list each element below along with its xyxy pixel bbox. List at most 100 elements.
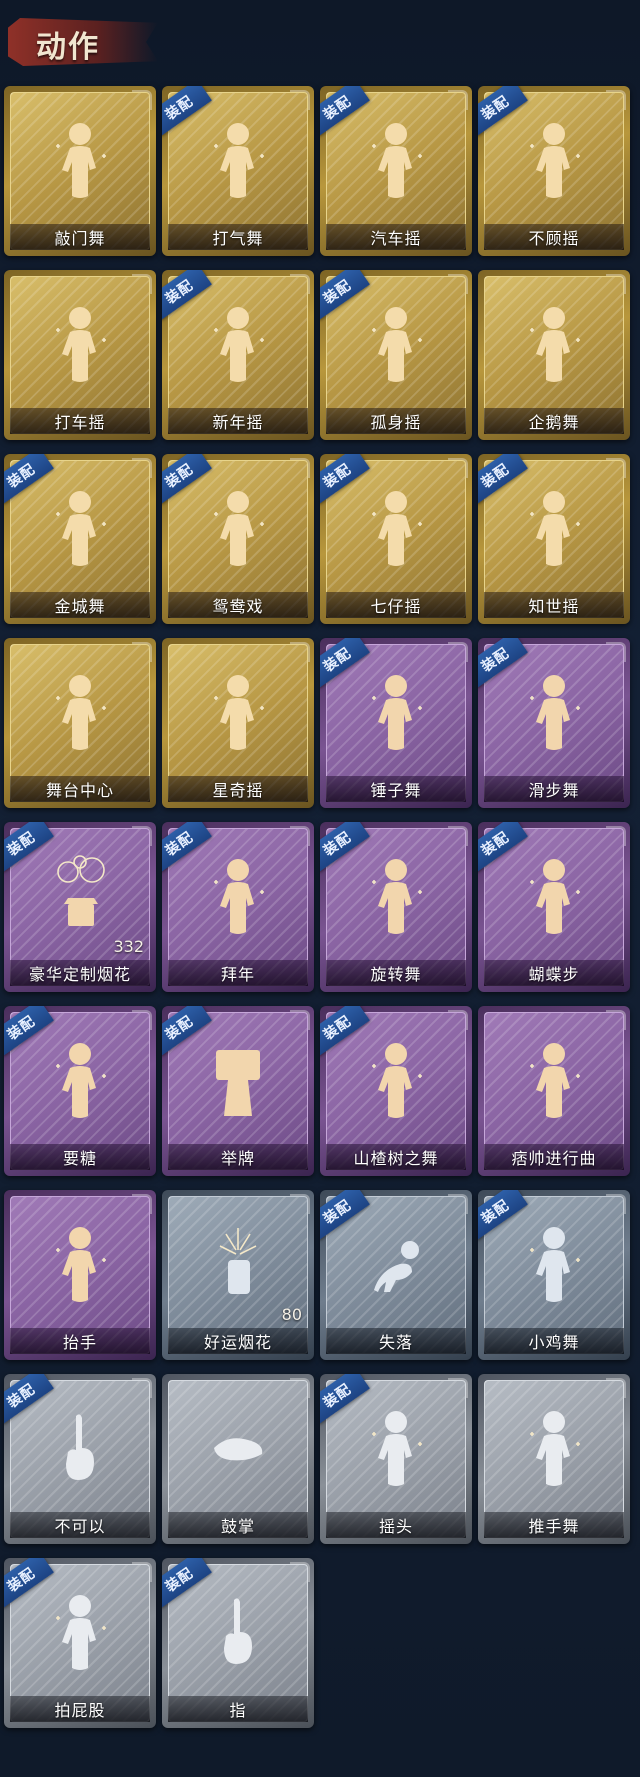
emote-name: 蝴蝶步 xyxy=(528,965,580,984)
frame-ornament xyxy=(290,642,310,662)
name-bar: 新年摇 xyxy=(168,408,308,434)
emote-card[interactable]: 滑步舞 装配 xyxy=(478,638,630,808)
name-bar: 要糖 xyxy=(10,1144,150,1170)
emote-name: 好运烟花 xyxy=(203,1333,272,1352)
emote-card[interactable]: 举牌 装配 xyxy=(162,1006,314,1176)
section-title: 动作 xyxy=(36,30,100,65)
name-bar: 摇头 xyxy=(326,1512,466,1538)
emote-card[interactable]: 要糖 装配 xyxy=(4,1006,156,1176)
emote-card[interactable]: 拍屁股 装配 xyxy=(4,1558,156,1728)
dance-figure-icon xyxy=(524,1404,584,1494)
emote-card[interactable]: 汽车摇 装配 xyxy=(320,86,472,256)
emote-name: 指 xyxy=(229,1701,247,1720)
point-hand-icon xyxy=(208,1588,268,1678)
name-bar: 星奇摇 xyxy=(168,776,308,802)
dance-figure-icon xyxy=(366,300,426,390)
emote-card[interactable]: 蝴蝶步 装配 xyxy=(478,822,630,992)
emote-card[interactable]: 孤身摇 装配 xyxy=(320,270,472,440)
emote-card[interactable]: 鼓掌 xyxy=(162,1374,314,1544)
name-bar: 不可以 xyxy=(10,1512,150,1538)
name-bar: 举牌 xyxy=(168,1144,308,1170)
emote-card[interactable]: 失落 装配 xyxy=(320,1190,472,1360)
name-bar: 拍屁股 xyxy=(10,1696,150,1722)
emote-name: 举牌 xyxy=(220,1149,255,1168)
emote-card[interactable]: 星奇摇 xyxy=(162,638,314,808)
firecracker-icon xyxy=(208,1220,268,1310)
emote-card[interactable]: 小鸡舞 装配 xyxy=(478,1190,630,1360)
emote-card[interactable]: 七仔摇 装配 xyxy=(320,454,472,624)
name-bar: 指 xyxy=(168,1696,308,1722)
emote-name: 不可以 xyxy=(54,1517,106,1536)
frame-ornament xyxy=(448,90,468,110)
finger-wag-icon xyxy=(50,1404,110,1494)
dance-figure-icon xyxy=(208,300,268,390)
dance-figure-icon xyxy=(524,116,584,206)
name-bar: 孤身摇 xyxy=(326,408,466,434)
frame-ornament xyxy=(132,1194,152,1214)
emote-card[interactable]: 锤子舞 装配 xyxy=(320,638,472,808)
dance-figure-icon xyxy=(208,116,268,206)
emote-name: 拍屁股 xyxy=(54,1701,106,1720)
emote-card[interactable]: 金城舞 装配 xyxy=(4,454,156,624)
dance-figure-icon xyxy=(524,484,584,574)
emote-name: 星奇摇 xyxy=(212,781,264,800)
emote-card[interactable]: 敲门舞 xyxy=(4,86,156,256)
emote-name: 推手舞 xyxy=(528,1517,580,1536)
emote-name: 鸳鸯戏 xyxy=(212,597,264,616)
emote-card[interactable]: 知世摇 装配 xyxy=(478,454,630,624)
dance-figure-icon xyxy=(524,1036,584,1126)
frame-ornament xyxy=(290,90,310,110)
dance-figure-icon xyxy=(366,116,426,206)
emote-card[interactable]: 推手舞 xyxy=(478,1374,630,1544)
emote-card[interactable]: 新年摇 装配 xyxy=(162,270,314,440)
name-bar: 旋转舞 xyxy=(326,960,466,986)
frame-ornament xyxy=(606,642,626,662)
emote-card[interactable]: 抬手 xyxy=(4,1190,156,1360)
emote-name: 痞帅进行曲 xyxy=(511,1149,597,1168)
dance-figure-icon xyxy=(50,1036,110,1126)
dance-figure-icon xyxy=(524,1220,584,1310)
frame-ornament xyxy=(132,274,152,294)
name-bar: 不顾摇 xyxy=(484,224,624,250)
emote-name: 汽车摇 xyxy=(370,229,422,248)
emote-name: 滑步舞 xyxy=(528,781,580,800)
emote-card[interactable]: 舞台中心 xyxy=(4,638,156,808)
emote-card[interactable]: 鸳鸯戏 装配 xyxy=(162,454,314,624)
emote-card[interactable]: 不顾摇 装配 xyxy=(478,86,630,256)
name-bar: 鸳鸯戏 xyxy=(168,592,308,618)
emote-card[interactable]: 旋转舞 装配 xyxy=(320,822,472,992)
dance-figure-icon xyxy=(50,668,110,758)
name-bar: 企鹅舞 xyxy=(484,408,624,434)
emote-card[interactable]: 不可以 装配 xyxy=(4,1374,156,1544)
emote-card[interactable]: 企鹅舞 xyxy=(478,270,630,440)
dance-figure-icon xyxy=(50,300,110,390)
emote-card[interactable]: 指装配 xyxy=(162,1558,314,1728)
emote-card[interactable]: 痞帅进行曲 xyxy=(478,1006,630,1176)
emote-card[interactable]: 80 好运烟花 xyxy=(162,1190,314,1360)
frame-ornament xyxy=(132,1378,152,1398)
emote-card[interactable]: 打车摇 xyxy=(4,270,156,440)
emote-card[interactable]: 山楂树之舞 装配 xyxy=(320,1006,472,1176)
dance-figure-icon xyxy=(366,1036,426,1126)
name-bar: 滑步舞 xyxy=(484,776,624,802)
emote-name: 敲门舞 xyxy=(54,229,106,248)
emote-name: 鼓掌 xyxy=(220,1517,255,1536)
emote-card[interactable]: 摇头 装配 xyxy=(320,1374,472,1544)
name-bar: 打气舞 xyxy=(168,224,308,250)
crawl-figure-icon xyxy=(366,1220,426,1310)
frame-ornament xyxy=(448,1010,468,1030)
emote-card[interactable]: 打气舞 装配 xyxy=(162,86,314,256)
frame-ornament xyxy=(448,1378,468,1398)
emote-name: 拜年 xyxy=(220,965,255,984)
emote-name: 不顾摇 xyxy=(528,229,580,248)
frame-ornament xyxy=(132,90,152,110)
name-bar: 蝴蝶步 xyxy=(484,960,624,986)
frame-ornament xyxy=(606,1378,626,1398)
emote-card[interactable]: 332 豪华定制烟花 装配 xyxy=(4,822,156,992)
fireworks-box-icon xyxy=(50,852,110,942)
frame-ornament xyxy=(132,826,152,846)
emote-card[interactable]: 拜年 装配 xyxy=(162,822,314,992)
dance-figure-icon xyxy=(50,484,110,574)
emote-name: 七仔摇 xyxy=(370,597,422,616)
name-bar: 好运烟花 xyxy=(168,1328,308,1354)
